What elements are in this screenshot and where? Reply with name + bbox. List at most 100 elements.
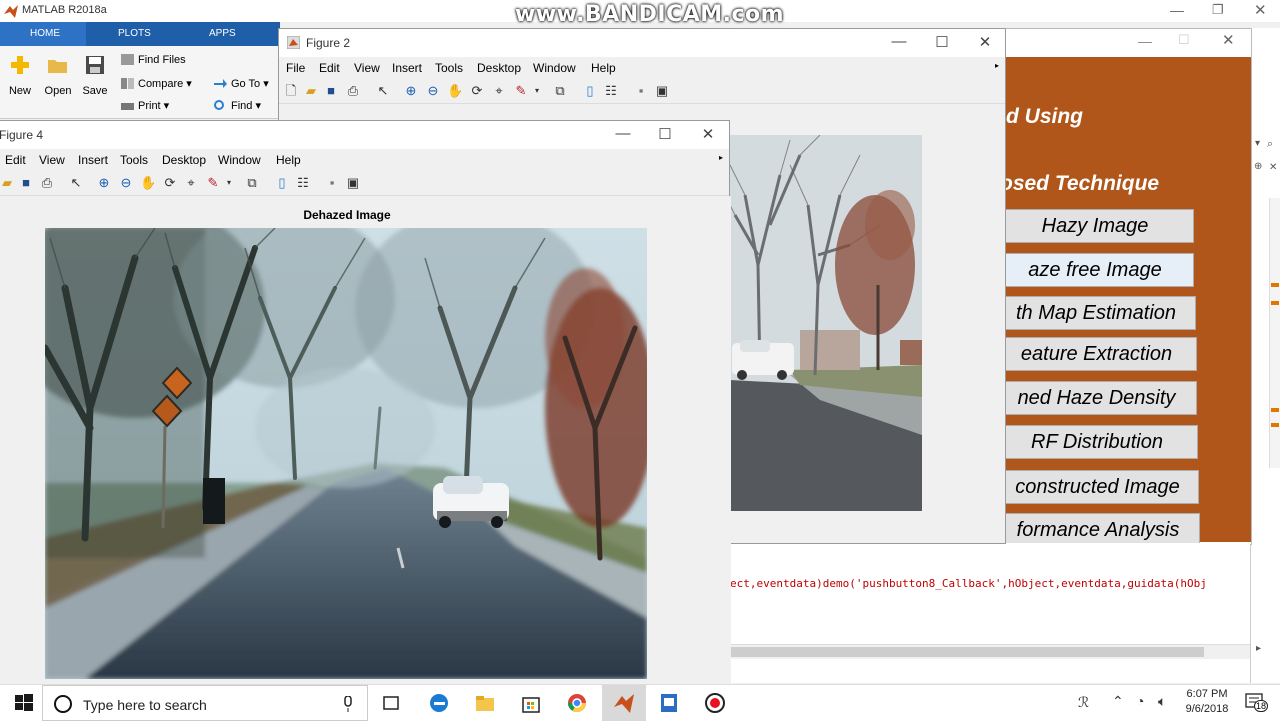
menu-window[interactable]: Window: [218, 153, 261, 167]
brush-icon[interactable]: ✎: [513, 83, 529, 99]
menu-file[interactable]: File: [286, 61, 305, 75]
figure2-maximize-button[interactable]: ☐: [922, 33, 962, 51]
compare-button[interactable]: Compare ▾: [121, 77, 192, 93]
menu-desktop[interactable]: Desktop: [162, 153, 206, 167]
find-button[interactable]: Find ▾: [214, 99, 261, 115]
windows-start-icon[interactable]: [13, 692, 35, 714]
colorbar-icon[interactable]: ▯: [274, 175, 290, 191]
task-view-icon[interactable]: [380, 692, 402, 714]
figure4-maximize-button[interactable]: ☐: [645, 125, 685, 143]
options-icon[interactable]: ⊕: [1254, 161, 1262, 172]
menu-tools[interactable]: Tools: [120, 153, 148, 167]
people-icon[interactable]: ℛ: [1078, 694, 1089, 711]
reconstructed-image-button[interactable]: constructed Image: [996, 470, 1199, 504]
open-button[interactable]: Open: [40, 46, 76, 97]
pan-icon[interactable]: ✋: [447, 83, 463, 99]
image-viewer-icon[interactable]: [658, 692, 680, 714]
figure2-close-button[interactable]: ✕: [965, 33, 1005, 51]
scrollbar-thumb[interactable]: [730, 647, 1204, 657]
tab-plots[interactable]: PLOTS: [118, 28, 151, 39]
legend-icon[interactable]: ☷: [295, 175, 311, 191]
chrome-icon[interactable]: [566, 692, 588, 714]
show-plot-tools-icon[interactable]: ▣: [345, 175, 361, 191]
matlab-restore-button[interactable]: ❐: [1212, 2, 1224, 18]
gui-maximize-button[interactable]: ☐: [1178, 32, 1190, 48]
scroll-right-icon[interactable]: ▸: [1256, 643, 1261, 654]
rotate-icon[interactable]: ⟳: [469, 83, 485, 99]
save-figure-icon[interactable]: ■: [323, 83, 339, 99]
zoom-out-icon[interactable]: ⊖: [425, 83, 441, 99]
feature-extraction-button[interactable]: eature Extraction: [996, 337, 1197, 371]
store-icon[interactable]: [520, 692, 542, 714]
menu-edit[interactable]: Edit: [319, 61, 340, 75]
taskbar-search-box[interactable]: Type here to search: [42, 685, 368, 721]
go-to-button[interactable]: Go To ▾: [214, 77, 269, 93]
brush-dropdown-icon[interactable]: ▾: [529, 83, 545, 99]
bandicam-record-icon[interactable]: [704, 692, 726, 714]
zoom-in-icon[interactable]: ⊕: [96, 175, 112, 191]
show-plot-tools-icon[interactable]: ▣: [654, 83, 670, 99]
figure4-minimize-button[interactable]: —: [603, 125, 643, 142]
menu-view[interactable]: View: [354, 61, 380, 75]
dropdown-arrow-icon[interactable]: ▾: [1255, 138, 1260, 149]
menubar-arrow-icon[interactable]: ▸: [719, 153, 723, 162]
horizontal-scrollbar[interactable]: [730, 644, 1250, 659]
gui-minimize-button[interactable]: —: [1138, 33, 1152, 49]
matlab-minimize-button[interactable]: —: [1170, 2, 1184, 18]
menu-window[interactable]: Window: [533, 61, 576, 75]
file-explorer-icon[interactable]: [474, 692, 496, 714]
menubar-arrow-icon[interactable]: ▸: [995, 61, 999, 70]
save-figure-icon[interactable]: ■: [18, 175, 34, 191]
hide-plot-tools-icon[interactable]: ▪: [633, 83, 649, 99]
show-hidden-icons-icon[interactable]: ⌃: [1112, 693, 1124, 710]
depth-map-estimation-button[interactable]: th Map Estimation: [996, 296, 1196, 330]
save-button[interactable]: Save: [77, 46, 113, 97]
new-button[interactable]: New: [2, 46, 38, 97]
data-cursor-icon[interactable]: ⌖: [183, 175, 199, 191]
menu-help[interactable]: Help: [276, 153, 301, 167]
open-file-icon[interactable]: ▰: [0, 175, 15, 191]
hazy-image-button[interactable]: Hazy Image: [996, 209, 1194, 243]
brush-icon[interactable]: ✎: [205, 175, 221, 191]
rotate-icon[interactable]: ⟳: [162, 175, 178, 191]
print-figure-icon[interactable]: ⎙: [345, 83, 361, 99]
tab-home[interactable]: HOME: [30, 28, 60, 39]
menu-desktop[interactable]: Desktop: [477, 61, 521, 75]
link-plot-icon[interactable]: ⧉: [552, 83, 568, 99]
gui-close-button[interactable]: ✕: [1222, 31, 1235, 49]
open-file-icon[interactable]: ▰: [303, 83, 319, 99]
crf-distribution-button[interactable]: RF Distribution: [996, 425, 1198, 459]
haze-free-image-button[interactable]: aze free Image: [996, 253, 1194, 287]
data-cursor-icon[interactable]: ⌖: [491, 83, 507, 99]
close-panel-icon[interactable]: ✕: [1269, 162, 1277, 173]
hide-plot-tools-icon[interactable]: ▪: [324, 175, 340, 191]
figure2-minimize-button[interactable]: —: [879, 33, 919, 50]
zoom-out-icon[interactable]: ⊖: [118, 175, 134, 191]
menu-tools[interactable]: Tools: [435, 61, 463, 75]
figure4-close-button[interactable]: ✕: [688, 125, 728, 143]
pointer-icon[interactable]: ↖: [375, 83, 391, 99]
action-center-icon[interactable]: 18: [1245, 693, 1269, 712]
vertical-scrollbar[interactable]: [1269, 198, 1280, 468]
edge-browser-icon[interactable]: [428, 692, 450, 714]
new-figure-icon[interactable]: 🗋: [283, 83, 299, 99]
haze-density-button[interactable]: ned Haze Density: [996, 381, 1197, 415]
volume-icon[interactable]: 🔈︎: [1158, 693, 1166, 710]
network-icon[interactable]: ◔: [1136, 693, 1144, 709]
clock[interactable]: 6:07 PM 9/6/2018: [1182, 688, 1232, 715]
pointer-icon[interactable]: ↖: [68, 175, 84, 191]
brush-dropdown-icon[interactable]: ▾: [221, 175, 237, 191]
legend-icon[interactable]: ☷: [603, 83, 619, 99]
menu-edit[interactable]: Edit: [5, 153, 26, 167]
menu-view[interactable]: View: [39, 153, 65, 167]
pan-icon[interactable]: ✋: [140, 175, 156, 191]
menu-insert[interactable]: Insert: [392, 61, 422, 75]
matlab-close-button[interactable]: ✕: [1254, 1, 1267, 19]
microphone-icon[interactable]: [342, 696, 354, 712]
search-icon[interactable]: ⌕: [1267, 138, 1273, 151]
zoom-in-icon[interactable]: ⊕: [403, 83, 419, 99]
matlab-taskbar-button[interactable]: [602, 685, 646, 721]
command-window[interactable]: ect,eventdata)demo('pushbutton8_Callback…: [730, 543, 1261, 683]
menu-help[interactable]: Help: [591, 61, 616, 75]
menu-insert[interactable]: Insert: [78, 153, 108, 167]
